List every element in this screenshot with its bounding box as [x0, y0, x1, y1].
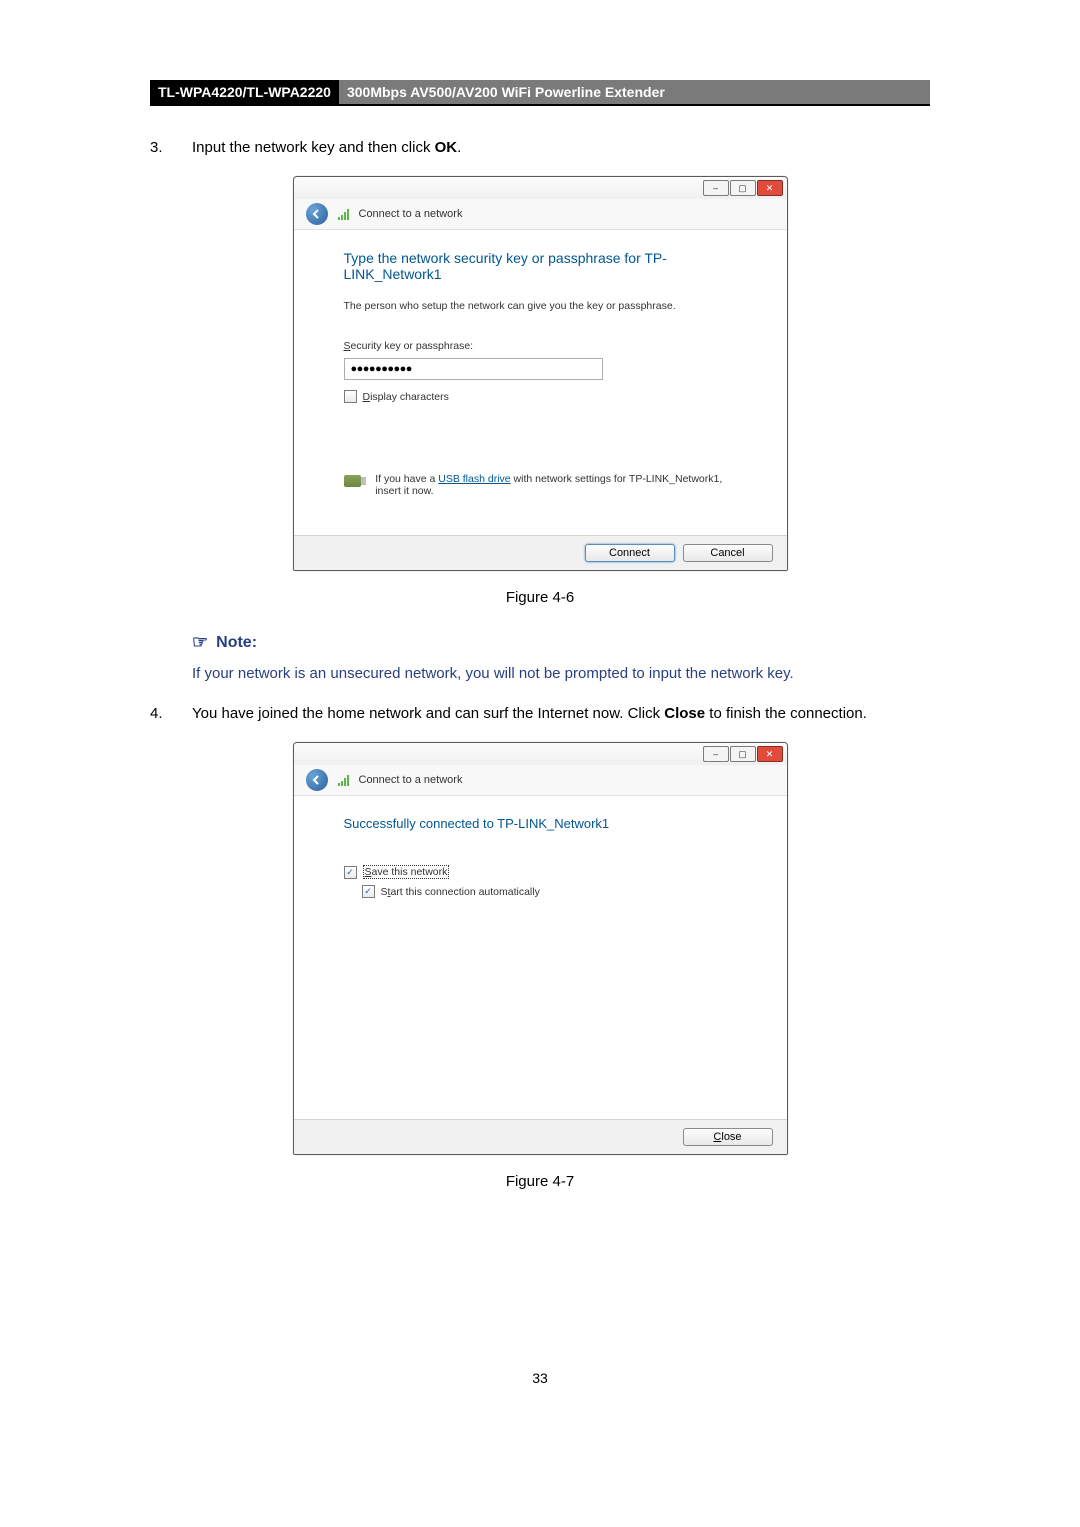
- save-network-row[interactable]: ✓ Save this network: [344, 865, 737, 879]
- dialog1-sub-message: The person who setup the network can giv…: [344, 300, 737, 312]
- maximize-button[interactable]: ▢: [730, 180, 756, 196]
- step-3-text-pre: Input the network key and then click: [192, 139, 435, 156]
- dialog1-navbar: Connect to a network: [294, 199, 787, 230]
- back-button[interactable]: [306, 769, 328, 791]
- dialog1-titlebar: – ▢ ✕: [294, 177, 787, 199]
- connect-button[interactable]: Connect: [585, 544, 675, 562]
- usb-hint-row: If you have a USB flash drive with netwo…: [344, 473, 737, 497]
- step-3-number: 3.: [150, 136, 192, 160]
- display-characters-checkbox[interactable]: [344, 390, 357, 403]
- start-automatically-label: Start this connection automatically: [381, 886, 540, 898]
- step-3-text-post: .: [457, 139, 461, 156]
- display-characters-row[interactable]: Display characters: [344, 390, 737, 403]
- security-key-input[interactable]: ●●●●●●●●●●: [344, 358, 603, 380]
- start-automatically-row[interactable]: ✓ Start this connection automatically: [362, 885, 737, 898]
- maximize-button[interactable]: ▢: [730, 746, 756, 762]
- step-4: 4. You have joined the home network and …: [150, 702, 930, 726]
- dialog-connect-network-1: – ▢ ✕ Connect to a network Type the netw…: [293, 176, 788, 571]
- dialog2-titlebar: – ▢ ✕: [294, 743, 787, 765]
- display-characters-label: Display characters: [363, 391, 449, 403]
- screenshot-2-container: – ▢ ✕ Connect to a network Successfully …: [293, 742, 788, 1155]
- close-dialog-button[interactable]: Close: [683, 1128, 773, 1146]
- usb-hint-text: If you have a USB flash drive with netwo…: [375, 473, 736, 497]
- back-arrow-icon: [311, 774, 323, 786]
- header-model: TL-WPA4220/TL-WPA2220: [150, 80, 339, 104]
- figure-4-7-caption: Figure 4-7: [150, 1173, 930, 1190]
- note-label-row: ☞ Note:: [192, 632, 930, 653]
- save-network-checkbox[interactable]: ✓: [344, 866, 357, 879]
- minimize-button[interactable]: –: [703, 180, 729, 196]
- password-value: ●●●●●●●●●●: [351, 363, 412, 375]
- step-3-text-bold: OK: [435, 139, 458, 156]
- minimize-button[interactable]: –: [703, 746, 729, 762]
- pointer-icon: ☞: [192, 632, 208, 653]
- dialog1-main-message: Type the network security key or passphr…: [344, 250, 737, 282]
- back-arrow-icon: [311, 208, 323, 220]
- dialog-connect-network-2: – ▢ ✕ Connect to a network Successfully …: [293, 742, 788, 1155]
- header-product: 300Mbps AV500/AV200 WiFi Powerline Exten…: [339, 80, 930, 104]
- page-number: 33: [150, 1370, 930, 1386]
- note-label-text: Note:: [216, 634, 257, 652]
- figure-4-6-caption: Figure 4-6: [150, 589, 930, 606]
- usb-drive-icon: [344, 475, 362, 487]
- start-automatically-checkbox[interactable]: ✓: [362, 885, 375, 898]
- step-4-text-post: to finish the connection.: [705, 705, 867, 722]
- close-button[interactable]: ✕: [757, 746, 783, 762]
- dialog2-navbar: Connect to a network: [294, 765, 787, 796]
- step-4-text: You have joined the home network and can…: [192, 702, 930, 726]
- close-button[interactable]: ✕: [757, 180, 783, 196]
- document-header: TL-WPA4220/TL-WPA2220 300Mbps AV500/AV20…: [150, 80, 930, 106]
- note-block: ☞ Note: If your network is an unsecured …: [192, 632, 930, 682]
- dialog2-nav-title: Connect to a network: [359, 774, 463, 786]
- dialog1-body: Type the network security key or passphr…: [294, 230, 787, 535]
- usb-text-pre: If you have a: [375, 473, 438, 485]
- step-4-number: 4.: [150, 702, 192, 726]
- save-network-label: Save this network: [363, 865, 450, 879]
- signal-icon: [338, 208, 349, 220]
- back-button[interactable]: [306, 203, 328, 225]
- dialog2-footer: Close: [294, 1119, 787, 1154]
- dialog1-footer: Connect Cancel: [294, 535, 787, 570]
- screenshot-1-container: – ▢ ✕ Connect to a network Type the netw…: [293, 176, 788, 571]
- dialog1-nav-title: Connect to a network: [359, 208, 463, 220]
- usb-flash-drive-link[interactable]: USB flash drive: [438, 473, 510, 485]
- security-key-label: Security key or passphrase:: [344, 340, 737, 352]
- signal-icon: [338, 774, 349, 786]
- note-text: If your network is an unsecured network,…: [192, 665, 930, 682]
- dialog2-body: Successfully connected to TP-LINK_Networ…: [294, 796, 787, 1119]
- step-3-text: Input the network key and then click OK.: [192, 136, 930, 160]
- step-3: 3. Input the network key and then click …: [150, 136, 930, 160]
- cancel-button[interactable]: Cancel: [683, 544, 773, 562]
- dialog2-success-message: Successfully connected to TP-LINK_Networ…: [344, 816, 737, 831]
- step-4-text-bold: Close: [664, 705, 705, 722]
- step-4-text-pre: You have joined the home network and can…: [192, 705, 664, 722]
